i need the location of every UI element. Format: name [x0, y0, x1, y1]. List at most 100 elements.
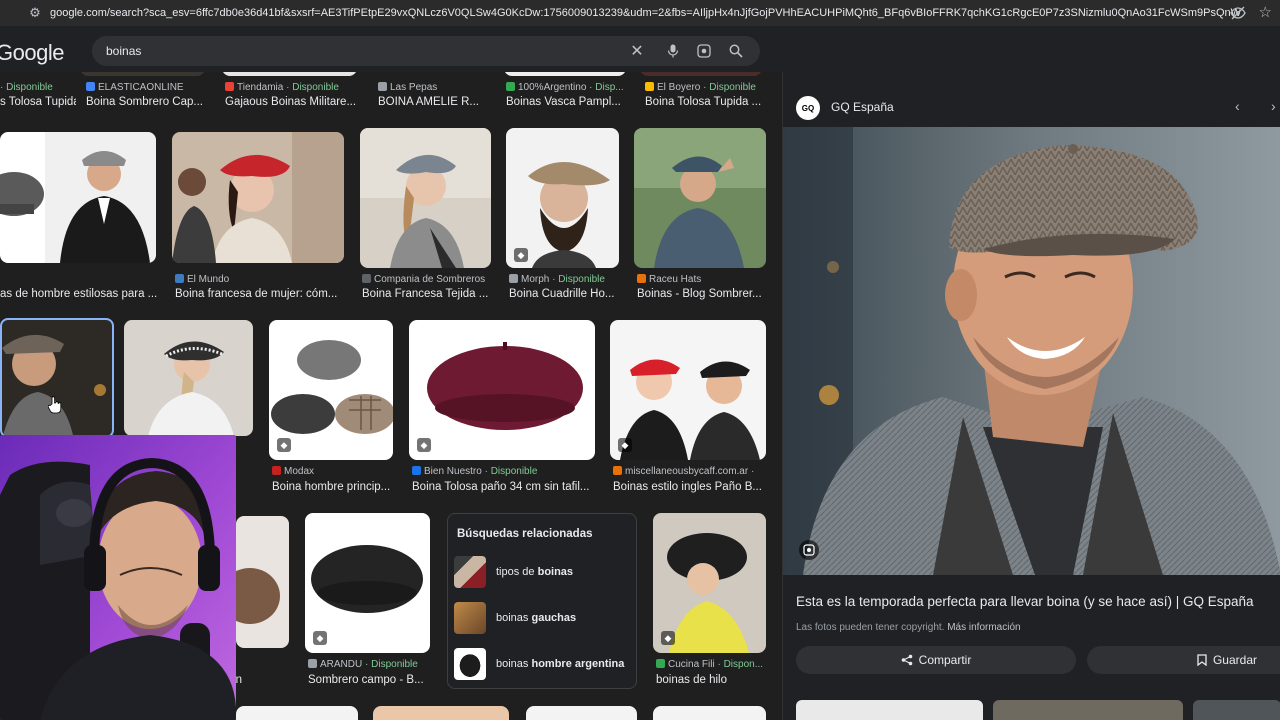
result-image[interactable] — [634, 128, 766, 268]
favicon-icon — [272, 466, 281, 475]
related-search-thumb — [454, 602, 486, 634]
hand-cursor-icon — [48, 396, 62, 414]
bookmark-star-icon[interactable]: ☆ — [1259, 3, 1272, 21]
favicon-icon — [637, 274, 646, 283]
product-tag-icon: ◆ — [313, 631, 327, 645]
browser-address-bar[interactable]: ⚙ google.com/search?sca_esv=6ffc7db0e36d… — [0, 0, 1280, 26]
search-box[interactable]: ✕ — [92, 36, 760, 66]
result-image[interactable] — [504, 72, 626, 76]
result-image[interactable] — [360, 128, 491, 268]
product-tag-icon: ◆ — [514, 248, 528, 262]
result-image[interactable] — [80, 72, 205, 76]
chevron-left-icon[interactable]: ‹ — [1235, 98, 1240, 114]
related-image[interactable] — [1193, 700, 1280, 720]
result-title[interactable]: s Tolosa Tupida ... — [0, 96, 76, 108]
result-image[interactable] — [236, 706, 358, 720]
share-button[interactable]: Compartir — [796, 646, 1076, 674]
result-source: · Disponible — [0, 82, 53, 93]
result-title[interactable]: Boina Tolosa Tupida ... — [645, 96, 767, 108]
result-image[interactable] — [172, 132, 344, 263]
result-image[interactable] — [373, 706, 509, 720]
result-title[interactable]: Boinas estilo ingles Paño B... — [613, 481, 766, 493]
result-title[interactable]: Boina Tolosa paño 34 cm sin tafil... — [412, 481, 597, 493]
search-icon[interactable] — [727, 42, 745, 60]
result-source: El Mundo — [175, 274, 345, 285]
result-title[interactable]: Sombrero campo - B... — [308, 674, 433, 686]
lens-search-icon[interactable] — [799, 540, 819, 560]
result-title[interactable]: Boina Sombrero Cap... — [86, 96, 216, 108]
result-source: Raceu Hats — [637, 274, 767, 285]
image-preview-panel: GQ GQ España ‹ › Esta es la temporada pe… — [782, 72, 1280, 720]
favicon-icon — [378, 82, 387, 91]
favicon-icon — [509, 274, 518, 283]
related-searches-heading: Búsquedas relacionadas — [457, 528, 593, 540]
product-tag-icon: ◆ — [661, 631, 675, 645]
favicon-icon — [645, 82, 654, 91]
search-input[interactable] — [106, 42, 606, 60]
source-name[interactable]: GQ España — [831, 100, 894, 114]
related-image[interactable] — [796, 700, 983, 720]
result-image[interactable] — [0, 132, 156, 263]
source-logo[interactable]: GQ — [796, 96, 820, 120]
product-tag-icon: ◆ — [277, 438, 291, 452]
result-image[interactable] — [526, 706, 637, 720]
product-tag-icon: ◆ — [417, 438, 431, 452]
result-image[interactable] — [640, 72, 762, 76]
result-image[interactable]: ◆ — [610, 320, 766, 460]
result-image[interactable]: ◆ — [305, 513, 430, 653]
favicon-icon — [412, 466, 421, 475]
result-image[interactable]: ◆ — [653, 513, 766, 653]
favicon-icon — [308, 659, 317, 668]
preview-title[interactable]: Esta es la temporada perfecta para lleva… — [796, 594, 1254, 609]
address-url[interactable]: google.com/search?sca_esv=6ffc7db0e36d41… — [50, 7, 1240, 19]
share-icon — [901, 654, 912, 666]
lens-camera-icon[interactable] — [695, 42, 713, 60]
chevron-right-icon[interactable]: › — [1271, 98, 1276, 114]
result-title[interactable]: Boina francesa de mujer: cóm... — [175, 288, 345, 300]
favicon-icon — [656, 659, 665, 668]
microphone-icon[interactable] — [664, 42, 682, 60]
related-image[interactable] — [993, 700, 1183, 720]
result-source: 100%Argentino · Disp... — [506, 82, 631, 93]
clear-icon[interactable]: ✕ — [628, 42, 646, 60]
result-image[interactable] — [236, 516, 289, 648]
favicon-icon — [362, 274, 371, 283]
related-search-thumb — [454, 648, 486, 680]
related-searches-card: Búsquedas relacionadas tipos de boinas b… — [447, 513, 637, 689]
bookmark-icon — [1197, 654, 1207, 666]
result-title[interactable]: BOINA AMELIE R... — [378, 96, 500, 108]
result-title[interactable]: Boinas - Blog Sombrer... — [637, 288, 767, 300]
result-title[interactable]: boinas de hilo — [656, 674, 768, 686]
webcam-overlay — [0, 435, 236, 720]
result-title[interactable]: Boina Cuadrille Ho... — [509, 288, 621, 300]
result-image[interactable] — [653, 706, 766, 720]
google-logo[interactable]: Google — [0, 40, 64, 66]
result-image-selected[interactable] — [0, 318, 114, 438]
result-source: ELASTICAONLINE — [86, 82, 216, 93]
result-title[interactable]: Boina Francesa Tejida ... — [362, 288, 494, 300]
related-search-thumb — [454, 556, 486, 588]
result-title[interactable]: Gajaous Boinas Militare... — [225, 96, 360, 108]
result-image[interactable] — [222, 72, 357, 76]
result-title[interactable]: Boina hombre princip... — [272, 481, 394, 493]
result-image[interactable] — [124, 320, 253, 436]
result-source: Modax — [272, 466, 392, 477]
eye-off-icon[interactable] — [1230, 5, 1246, 21]
save-button[interactable]: Guardar — [1087, 646, 1280, 674]
result-title[interactable]: Boinas Vasca Pampl... — [506, 96, 634, 108]
result-image[interactable]: ◆ — [269, 320, 393, 460]
favicon-icon — [506, 82, 515, 91]
related-search-item[interactable]: boinas gauchas — [454, 600, 632, 636]
favicon-icon — [86, 82, 95, 91]
result-title[interactable]: as de hombre estilosas para ... — [0, 288, 160, 300]
result-source: Bien Nuestro · Disponible — [412, 466, 597, 477]
result-image[interactable]: ◆ — [506, 128, 619, 268]
related-search-item[interactable]: boinas hombre argentina — [454, 646, 632, 682]
result-image[interactable]: ◆ — [409, 320, 595, 460]
related-search-item[interactable]: tipos de boinas — [454, 554, 632, 590]
copyright-notice: Las fotos pueden tener copyright. Más in… — [796, 622, 1021, 633]
more-info-link[interactable]: Más información — [947, 622, 1020, 633]
preview-image[interactable] — [783, 127, 1280, 575]
site-settings-icon[interactable]: ⚙ — [26, 4, 44, 22]
favicon-icon — [175, 274, 184, 283]
